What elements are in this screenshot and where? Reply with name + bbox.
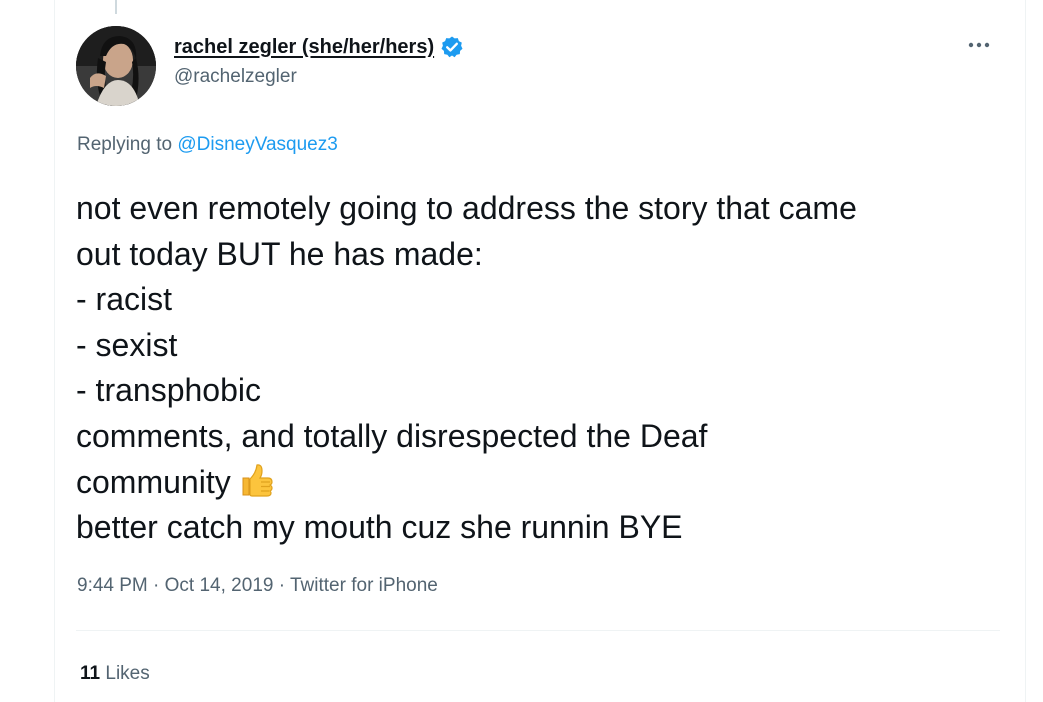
author-handle[interactable]: @rachelzegler [174,66,954,88]
tweet-text-line: out today BUT he has made: [76,235,483,272]
meta-separator: · [147,575,165,596]
thread-connector-line [115,0,117,14]
thumbs-up-icon [237,461,275,499]
tweet-text-line-with-emoji: community [76,460,1006,506]
avatar[interactable] [76,26,156,106]
author-name-row: rachel zegler (she/her/hers) [174,32,954,62]
tweet-text-line: community [76,463,231,500]
tweet-text-line: - sexist [76,326,178,363]
tweet-text-line: - transphobic [76,372,261,409]
tweet-text: not even remotely going to address the s… [76,186,1006,551]
reply-prefix: Replying to [77,134,178,155]
verified-badge-icon [440,35,464,59]
tweet-timestamp[interactable]: 9:44 PM [77,575,148,596]
meta-separator: · [273,575,290,596]
reply-context: Replying to @DisneyVasquez3 [77,134,338,156]
page: rachel zegler (she/her/hers) @rachelzegl… [0,0,1043,702]
divider [76,630,1000,631]
author-display-name[interactable]: rachel zegler (she/her/hers) [174,36,434,59]
likes-stat-link[interactable]: 11 Likes [80,663,150,685]
tweet-text-line: better catch my mouth cuz she runnin BYE [76,509,683,546]
tweet-metadata: 9:44 PM · Oct 14, 2019 · Twitter for iPh… [77,575,438,597]
tweet-text-line: not even remotely going to address the s… [76,190,857,226]
avatar-photo [76,26,156,106]
reply-mention-link[interactable]: @DisneyVasquez3 [177,134,337,155]
likes-count: 11 [80,663,101,684]
more-options-icon[interactable] [962,30,996,60]
tweet-header: rachel zegler (she/her/hers) @rachelzegl… [174,32,954,88]
tweet-text-line: comments, and totally disrespected the D… [76,417,708,454]
tweet-text-line: - racist [76,281,172,318]
tweet-source[interactable]: Twitter for iPhone [290,575,438,596]
tweet-date[interactable]: Oct 14, 2019 [165,575,274,596]
likes-label: Likes [100,663,150,684]
